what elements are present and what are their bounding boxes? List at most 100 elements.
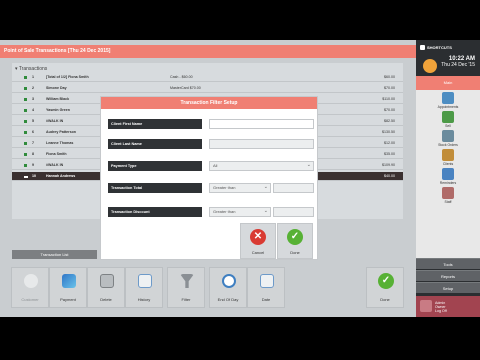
row-client-name: Yasmin Green (46, 108, 70, 112)
sidebar-item-sell[interactable]: Sell (432, 111, 464, 128)
row-marker-icon (24, 131, 27, 134)
row-payment: MasterCard $70.00 (170, 86, 201, 90)
shortcuts-logo-icon (420, 45, 425, 51)
sidebar-item-clients[interactable]: Clients (432, 149, 464, 166)
delete-button[interactable]: Delete (87, 267, 125, 308)
total-amount-field[interactable] (273, 183, 314, 193)
cancel-button[interactable]: ✕ Cancel (240, 223, 276, 259)
row-marker-icon (24, 142, 27, 145)
dialog-done-button[interactable]: ✓ Done (277, 223, 313, 259)
clock: 10:22 AM Thu 24 Dec '15 (441, 56, 475, 68)
transactions-header[interactable]: ▾ Transactions (15, 66, 47, 72)
filter-button[interactable]: Filter (167, 267, 205, 308)
first-name-label: Client First Name (108, 119, 202, 129)
staff-icon (442, 187, 454, 199)
row-marker-icon (24, 109, 27, 112)
row-amount: $110.00 (382, 97, 395, 101)
discount-operator-select[interactable]: Greater than (209, 207, 271, 217)
row-marker-icon (24, 164, 27, 167)
date-button[interactable]: Date (247, 267, 285, 308)
funnel-icon (180, 274, 194, 288)
row-client-name: Audrey Patterson (46, 130, 76, 134)
checkmark-icon: ✓ (378, 273, 394, 289)
total-operator-select[interactable]: Greater than (209, 183, 271, 193)
row-client-name: Simone Day (46, 86, 67, 90)
row-number: 6 (32, 130, 34, 134)
row-client-name: Leanne Thomas (46, 141, 74, 145)
log-off[interactable]: Log Off (435, 309, 447, 313)
discount-amount-field[interactable] (273, 207, 314, 217)
row-number: 5 (32, 119, 34, 123)
row-client-name: [Total of 1/2] Fiona Smith (46, 75, 89, 79)
row-number: 10 (32, 174, 36, 178)
transaction-list-button[interactable]: Transaction List (12, 250, 97, 259)
avatar (420, 300, 432, 312)
row-amount: $35.00 (384, 152, 395, 156)
row-marker-icon (24, 76, 27, 79)
sidebar-item-appointments[interactable]: Appointments (432, 92, 464, 109)
transaction-total-label: Transaction Total (108, 183, 202, 193)
row-client-name: Hannah Andrews (46, 174, 76, 178)
row-amount: $82.50 (384, 119, 395, 123)
clock-icon (222, 274, 236, 288)
row-number: 1 (32, 75, 34, 79)
row-marker-icon (24, 153, 27, 156)
calendar-icon (138, 274, 152, 288)
row-amount: $109.90 (382, 163, 395, 167)
payment-type-select[interactable]: All (209, 161, 314, 171)
row-marker-icon (24, 98, 27, 101)
payment-button[interactable]: Payment (49, 267, 87, 308)
appointments-icon (442, 92, 454, 104)
end-of-day-button[interactable]: End Of Day (209, 267, 247, 308)
row-marker-icon (24, 87, 27, 90)
row-amount: $40.00 (384, 174, 395, 178)
calendar-icon (260, 274, 274, 288)
row-amount: $70.00 (384, 108, 395, 112)
table-row[interactable]: 2 Simone Day MasterCard $70.00 $70.00 (12, 84, 403, 93)
clients-icon (442, 149, 454, 161)
clock-date: Thu 24 Dec '15 (441, 62, 475, 68)
row-marker-icon (24, 175, 28, 178)
row-number: 7 (32, 141, 34, 145)
row-amount: $130.50 (382, 130, 395, 134)
payment-type-label: Payment Type (108, 161, 202, 171)
card-globe-icon (62, 274, 76, 288)
x-circle-icon: ✕ (250, 229, 266, 245)
sidebar-menu: Appointments Sell Stock Orders Clients R… (416, 90, 480, 260)
transaction-discount-label: Transaction Discount (108, 207, 202, 217)
history-button[interactable]: History (125, 267, 163, 308)
reports-button[interactable]: Reports (416, 270, 480, 281)
weather-icon (423, 59, 437, 73)
window-title: Point of Sale Transactions [Thu 24 Dec 2… (0, 45, 416, 58)
table-row[interactable]: 1 [Total of 1/2] Fiona Smith Cash - $60.00… (12, 73, 403, 82)
row-client-name: #WALK IN (46, 163, 64, 167)
last-name-label: Client Last Name (108, 139, 202, 149)
brand: SHORTCUTS (420, 45, 478, 51)
row-client-name: #WALK IN (46, 119, 64, 123)
user-chip[interactable]: Admin Owner Log Off (416, 296, 480, 317)
sidebar-item-stock-orders[interactable]: Stock Orders (432, 130, 464, 147)
sidebar-item-reminders[interactable]: Reminders (432, 168, 464, 185)
tools-button[interactable]: Tools (416, 258, 480, 269)
row-amount: $70.00 (384, 86, 395, 90)
row-number: 8 (32, 152, 34, 156)
row-number: 2 (32, 86, 34, 90)
row-number: 9 (32, 163, 34, 167)
reminders-icon (442, 168, 454, 180)
row-amount: $12.00 (384, 141, 395, 145)
customer-button: Customer (11, 267, 49, 308)
row-client-name: William Black (46, 97, 70, 101)
row-amount: $60.00 (384, 75, 395, 79)
sidebar-item-staff[interactable]: Staff (432, 187, 464, 204)
dialog-title: Transaction Filter Setup (101, 97, 317, 109)
main-tab[interactable]: Main (416, 76, 480, 90)
row-number: 3 (32, 97, 34, 101)
checkmark-icon: ✓ (287, 229, 303, 245)
first-name-field[interactable] (209, 119, 314, 129)
done-button[interactable]: ✓ Done (366, 267, 404, 308)
row-marker-icon (24, 120, 27, 123)
setup-button[interactable]: Setup (416, 282, 480, 293)
last-name-field[interactable] (209, 139, 314, 149)
trash-icon (100, 274, 114, 288)
sell-icon (442, 111, 454, 123)
